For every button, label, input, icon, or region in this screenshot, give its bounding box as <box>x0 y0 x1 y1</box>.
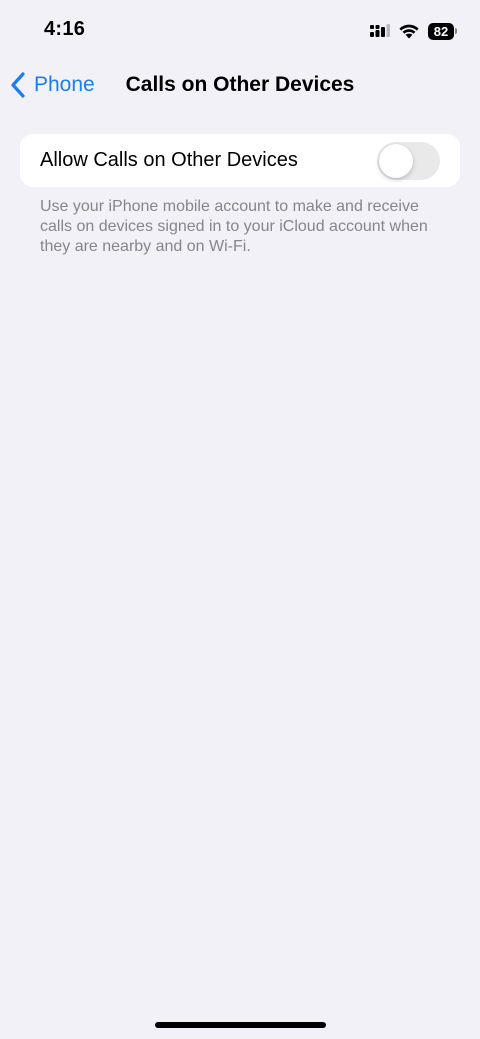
battery-level: 82 <box>428 22 454 40</box>
battery-icon: 82 <box>428 22 458 40</box>
cellular-signal-icon <box>370 24 390 37</box>
status-time: 4:16 <box>44 18 86 40</box>
page-title: Calls on Other Devices <box>125 73 355 96</box>
wifi-icon <box>399 24 419 39</box>
allow-calls-label: Allow Calls on Other Devices <box>40 149 298 171</box>
status-bar: 4:16 82 <box>0 0 480 60</box>
allow-calls-description: Use your iPhone mobile account to make a… <box>40 198 428 255</box>
home-indicator[interactable] <box>155 1022 326 1028</box>
allow-calls-row: Allow Calls on Other Devices <box>20 134 460 187</box>
navigation-bar: Phone Calls on Other Devices <box>0 62 480 108</box>
status-icons: 82 <box>370 20 458 42</box>
battery-tip <box>455 28 457 34</box>
toggle-knob <box>379 144 413 178</box>
allow-calls-toggle[interactable] <box>377 142 440 180</box>
